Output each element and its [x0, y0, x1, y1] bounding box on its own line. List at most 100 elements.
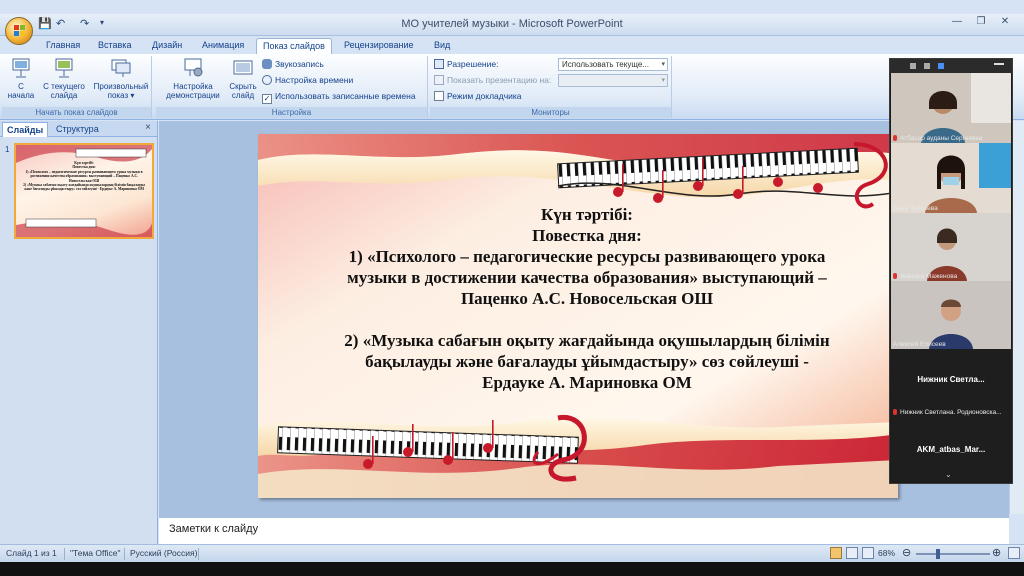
slide-count: Слайд 1 из 1: [6, 548, 57, 558]
slide-line: 2) «Музыка сабағын оқыту жағдайында оқуш…: [344, 331, 830, 350]
resolution-text: Разрешение:: [447, 59, 499, 69]
tab-review[interactable]: Рецензирование: [338, 38, 420, 54]
theme-name: "Тема Office": [70, 548, 121, 558]
tab-design[interactable]: Дизайн: [146, 38, 188, 54]
slides-pane-tabs: Слайды Структура ×: [0, 121, 157, 137]
zoom-slider-track[interactable]: [916, 553, 990, 555]
zoom-in-icon[interactable]: ⊕: [992, 546, 1001, 559]
normal-view-icon[interactable]: [830, 547, 842, 559]
participant-tile[interactable]: Дана Туйкаева: [891, 143, 1011, 213]
slide-number: 1: [5, 145, 10, 154]
minimize-panel-icon[interactable]: [994, 63, 1004, 65]
tab-slides[interactable]: Слайды: [2, 122, 49, 137]
group-start-slideshow: С начала С текущего слайда Произвольный …: [2, 56, 152, 118]
participant-video: [891, 281, 1011, 349]
show-on-dropdown[interactable]: ▾: [558, 74, 668, 87]
presenter-view-label: Режим докладчика: [447, 91, 522, 101]
participant-tile[interactable]: Атбасар ауданы Сергеевка: [891, 73, 1011, 143]
tab-view[interactable]: Вид: [428, 38, 456, 54]
rehearse-timings-label: Настройка времени: [275, 75, 354, 85]
record-narration-button[interactable]: Звукозапись: [262, 58, 324, 71]
status-divider: [198, 548, 199, 560]
scroll-down-icon[interactable]: ⌄: [945, 470, 952, 479]
participant-video: [891, 213, 1011, 281]
from-current-button[interactable]: С текущего слайда: [40, 58, 88, 100]
monitor-icon: [434, 75, 444, 85]
close-icon[interactable]: ×: [145, 122, 151, 133]
group-label-monitors: Мониторы: [430, 107, 671, 118]
participant-tile[interactable]: AKM_atbas_Mar... ⌄: [891, 417, 1011, 481]
slide-line: Паценко А.С. Новосельская ОШ: [460, 289, 714, 308]
tab-home[interactable]: Главная: [40, 38, 86, 54]
participant-tile[interactable]: Нижник Светла... Нижник Светлана. Родион…: [891, 349, 1011, 417]
participant-label: Нижник Светла...: [917, 375, 985, 384]
setup-show-label: Настройка демонстрации: [166, 82, 220, 100]
video-panel-toolbar: [890, 59, 1012, 73]
window-title: МО учителей музыки - Microsoft PowerPoin…: [401, 18, 623, 30]
tab-animation[interactable]: Анимация: [196, 38, 250, 54]
record-narration-label: Звукозапись: [275, 59, 324, 69]
fit-to-window-icon[interactable]: [1008, 547, 1020, 559]
from-beginning-button[interactable]: С начала: [4, 58, 38, 100]
presenter-view-checkbox[interactable]: Режим докладчика: [434, 90, 522, 103]
slide-line-spacer: [276, 309, 898, 330]
participant-name: Атбасар ауданы Сергеевка: [893, 135, 982, 142]
minimize-icon[interactable]: —: [948, 15, 966, 29]
close-icon[interactable]: ✕: [996, 15, 1014, 29]
setup-show-button[interactable]: Настройка демонстрации: [162, 58, 224, 100]
slide-sorter-icon[interactable]: [846, 547, 858, 559]
zoom-out-icon[interactable]: ⊖: [902, 546, 911, 559]
view-icon[interactable]: [910, 63, 916, 69]
ribbon-tabs: Главная Вставка Дизайн Анимация Показ сл…: [0, 36, 1024, 54]
video-call-panel: Атбасар ауданы Сергеевка Дана Туйкаева Ж…: [889, 58, 1013, 484]
slide-line: бақылауды және бағалауды ұйымдастыру» сө…: [365, 352, 809, 371]
slide[interactable]: Күн тәртібі: Повестка дня: 1) «Психолого…: [258, 134, 898, 498]
group-setup: Настройка демонстрации Скрыть слайд Звук…: [156, 56, 428, 118]
show-on-label: Показать презентацию на:: [434, 74, 551, 87]
from-current-label: С текущего слайда: [43, 82, 85, 100]
thumbnail-text: Күн тәртібі: Повестка дня: 1) «Психолого…: [23, 161, 145, 192]
participant-name: Жанара Маженова: [893, 273, 957, 280]
grid-icon[interactable]: [924, 63, 930, 69]
status-divider: [124, 548, 125, 560]
slide-body-text: Күн тәртібі: Повестка дня: 1) «Психолого…: [276, 204, 898, 393]
status-divider: [64, 548, 65, 560]
checkbox-checked-icon: ✓: [262, 94, 272, 104]
custom-show-button[interactable]: Произвольный показ ▾: [92, 58, 150, 100]
participant-label: AKM_atbas_Mar...: [916, 445, 986, 454]
hide-slide-button[interactable]: Скрыть слайд: [226, 58, 260, 100]
show-on-text: Показать презентацию на:: [447, 75, 552, 85]
tab-insert[interactable]: Вставка: [92, 38, 137, 54]
zoom-slider-thumb[interactable]: [936, 549, 940, 559]
office-logo-icon: [14, 25, 25, 37]
notes-pane[interactable]: Заметки к слайду: [159, 514, 1009, 544]
chevron-down-icon: ▾: [661, 61, 665, 68]
slide-line: Күн тәртібі:: [541, 205, 633, 224]
slide-line: Ердауке А. Мариновка ОМ: [482, 373, 692, 392]
slides-pane: Слайды Структура × 1 Күн тәртібі: Повест…: [0, 121, 158, 544]
use-timings-label: Использовать записанные времена: [275, 91, 416, 101]
participant-video: [891, 73, 1011, 143]
tab-slideshow[interactable]: Показ слайдов: [256, 38, 332, 54]
tab-outline[interactable]: Структура: [52, 122, 103, 137]
clock-icon: [262, 75, 272, 85]
participant-tile[interactable]: Жанара Маженова: [891, 213, 1011, 281]
maximize-icon[interactable]: ❐: [972, 15, 990, 29]
setup-show-icon: [184, 58, 203, 77]
mic-muted-icon: [893, 273, 897, 279]
slide-thumbnail[interactable]: Күн тәртібі: Повестка дня: 1) «Психолого…: [14, 143, 154, 239]
screen-bottom-edge: [0, 562, 1024, 576]
group-monitors: Разрешение: Использовать текуще... ▾ Пок…: [430, 56, 672, 118]
participant-name: Дана Туйкаева: [893, 205, 938, 212]
office-button[interactable]: [5, 17, 33, 45]
custom-show-icon: [111, 59, 131, 77]
zoom-level[interactable]: 68%: [878, 548, 895, 558]
use-timings-checkbox[interactable]: ✓ Использовать записанные времена: [262, 90, 416, 104]
mic-muted-icon: [893, 409, 897, 415]
rehearse-timings-button[interactable]: Настройка времени: [262, 74, 353, 87]
speaker-view-icon[interactable]: [938, 63, 944, 69]
slideshow-view-icon[interactable]: [862, 547, 874, 559]
resolution-dropdown[interactable]: Использовать текуще... ▾: [558, 58, 668, 71]
participant-tile[interactable]: Алексей Елисеев: [891, 281, 1011, 349]
slide-line: музыки в достижении качества образования…: [347, 268, 827, 287]
